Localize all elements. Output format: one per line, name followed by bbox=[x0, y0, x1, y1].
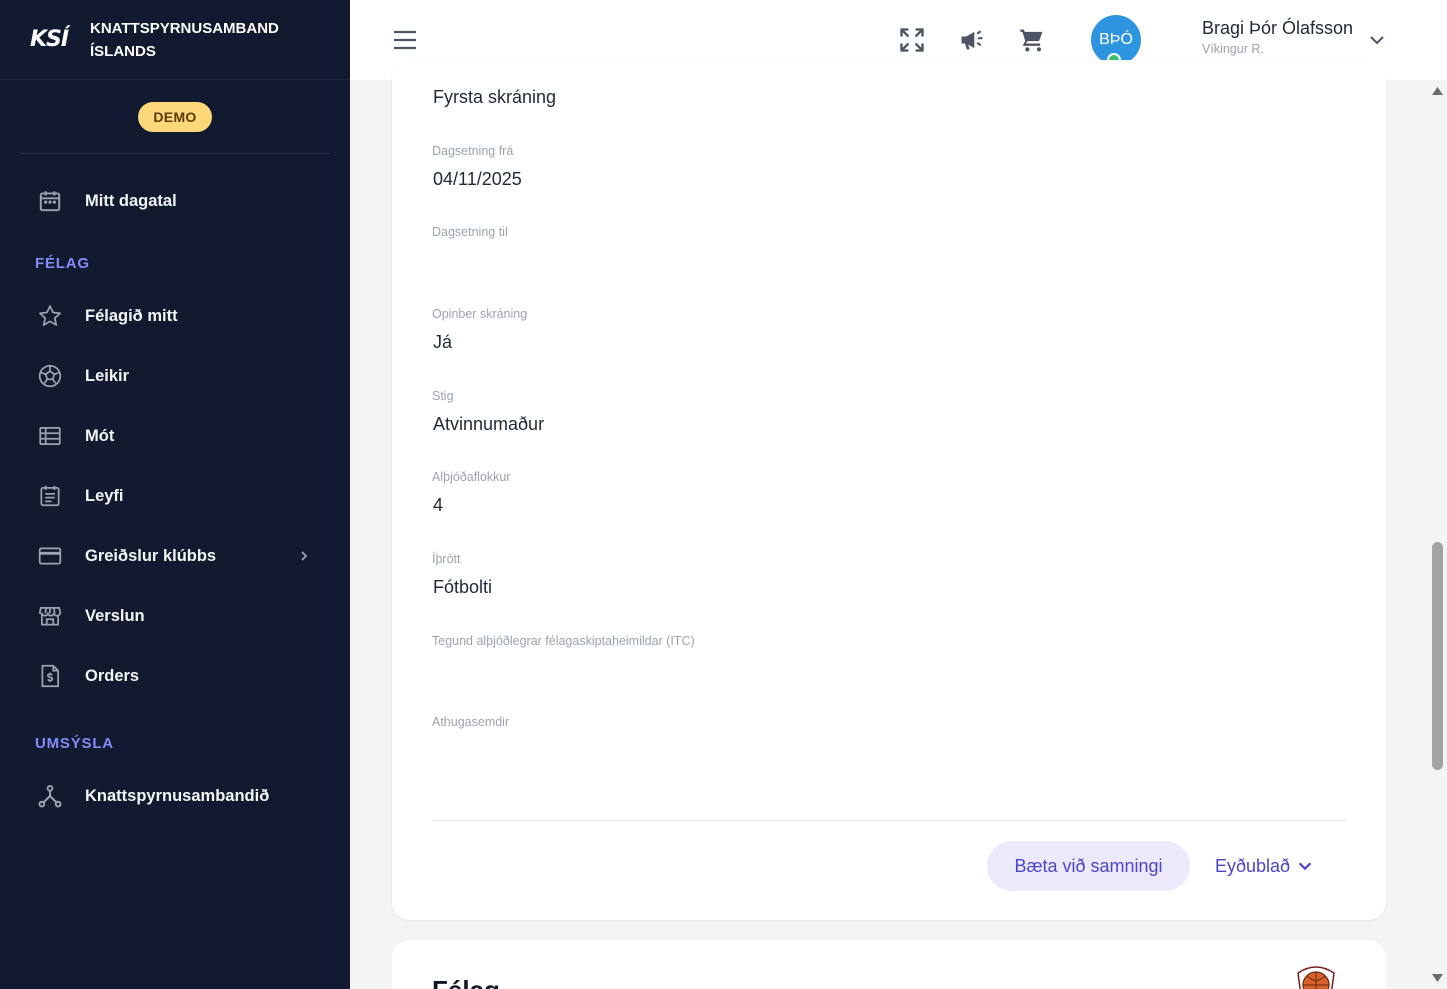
sidebar-item-games[interactable]: Leikir bbox=[0, 354, 350, 398]
registration-details-card bbox=[392, 60, 1386, 920]
calendar-icon bbox=[36, 187, 64, 215]
brand-header: KSÍ KNATTSPYRNUSAMBAND ÍSLANDS bbox=[0, 0, 350, 80]
user-name[interactable]: Bragi Þór Ólafsson bbox=[1202, 18, 1353, 39]
field-value-public-registration: Já bbox=[433, 332, 453, 352]
sidebar-item-orders[interactable]: Orders bbox=[0, 654, 350, 698]
sidebar-item-federation[interactable]: Knattspyrnusambandið bbox=[0, 774, 350, 818]
add-contract-button[interactable]: Bæta við samningi bbox=[987, 841, 1190, 891]
invoice-icon bbox=[36, 662, 64, 690]
sidebar-item-label: Leikir bbox=[85, 366, 130, 385]
chevron-down-icon bbox=[1298, 862, 1312, 871]
club-card-title: Félag bbox=[432, 975, 500, 989]
sidebar-item-store[interactable]: Verslun bbox=[0, 594, 350, 638]
form-dropdown-label: Eyðublað bbox=[1215, 855, 1291, 876]
field-label-sport: Íþrótt bbox=[432, 552, 461, 566]
credit-card-icon bbox=[36, 542, 64, 570]
brand-name-line2: ÍSLANDS bbox=[90, 42, 156, 60]
sidebar-item-my-club[interactable]: Félagið mitt bbox=[0, 294, 350, 338]
field-label-public-registration: Opinber skráning bbox=[432, 307, 528, 321]
table-list-icon bbox=[36, 422, 64, 450]
club-logo-icon bbox=[1297, 966, 1335, 989]
sidebar-item-licenses[interactable]: Leyfi bbox=[0, 474, 350, 518]
scroll-down-arrow-icon[interactable] bbox=[1431, 972, 1444, 984]
card-divider bbox=[432, 820, 1347, 821]
field-value-level: Atvinnumaður bbox=[433, 414, 545, 434]
demo-badge: DEMO bbox=[138, 101, 212, 132]
license-icon bbox=[36, 482, 64, 510]
fullscreen-icon[interactable] bbox=[896, 24, 928, 56]
scrollbar-track[interactable] bbox=[1428, 80, 1447, 989]
hierarchy-icon bbox=[36, 782, 64, 810]
field-label-international-category: Alþjóðaflokkur bbox=[432, 470, 511, 484]
club-card bbox=[392, 940, 1386, 989]
store-icon bbox=[36, 602, 64, 630]
form-dropdown-button[interactable]: Eyðublað bbox=[1215, 852, 1314, 880]
field-value-date-from: 04/11/2025 bbox=[433, 169, 522, 189]
registration-type-value: Fyrsta skráning bbox=[433, 87, 557, 107]
sidebar-item-label: Leyfi bbox=[85, 486, 124, 505]
field-label-notes: Athugasemdir bbox=[432, 715, 510, 729]
brand-name: KNATTSPYRNUSAMBAND ÍSLANDS bbox=[90, 17, 279, 63]
star-icon bbox=[36, 302, 64, 330]
field-label-date-from: Dagsetning frá bbox=[432, 144, 514, 158]
sidebar-item-label: Mót bbox=[85, 426, 115, 445]
field-label-date-to: Dagsetning til bbox=[432, 225, 508, 239]
field-label-itc-type: Tegund alþjóðlegrar félagaskiptaheimilda… bbox=[432, 634, 695, 648]
field-value-sport: Fótbolti bbox=[433, 577, 493, 597]
demo-badge-wrap: DEMO bbox=[20, 80, 330, 154]
field-label-level: Stig bbox=[432, 389, 454, 403]
sidebar-item-label: Greiðslur klúbbs bbox=[85, 546, 217, 565]
sidebar: KSÍ KNATTSPYRNUSAMBAND ÍSLANDS DEMO Mitt… bbox=[0, 0, 350, 989]
megaphone-icon[interactable] bbox=[956, 24, 988, 56]
sidebar-item-tournaments[interactable]: Mót bbox=[0, 414, 350, 458]
user-club: Víkingur R. bbox=[1202, 42, 1264, 56]
scrollbar-thumb[interactable] bbox=[1432, 542, 1443, 770]
scroll-up-arrow-icon[interactable] bbox=[1431, 85, 1444, 97]
soccer-ball-icon bbox=[36, 362, 64, 390]
sidebar-item-label: Knattspyrnusambandið bbox=[85, 786, 270, 805]
sidebar-item-label: Verslun bbox=[85, 606, 145, 625]
sidebar-item-label: Mitt dagatal bbox=[85, 191, 177, 210]
brand-name-line1: KNATTSPYRNUSAMBAND bbox=[90, 19, 279, 37]
field-value-international-category: 4 bbox=[433, 495, 444, 515]
hamburger-menu-icon[interactable] bbox=[392, 28, 418, 52]
sidebar-item-calendar[interactable]: Mitt dagatal bbox=[0, 179, 350, 223]
section-title-admin: UMSÝSLA bbox=[35, 735, 114, 752]
ksi-logo[interactable]: KSÍ bbox=[30, 27, 90, 52]
sidebar-item-club-payments[interactable]: Greiðslur klúbbs bbox=[0, 534, 350, 578]
sidebar-item-label: Félagið mitt bbox=[85, 306, 178, 325]
chevron-down-icon[interactable] bbox=[1367, 30, 1387, 50]
cart-icon[interactable] bbox=[1016, 24, 1048, 56]
chevron-right-icon bbox=[301, 551, 308, 561]
section-title-club: FÉLAG bbox=[35, 255, 90, 272]
sidebar-item-label: Orders bbox=[85, 666, 140, 685]
